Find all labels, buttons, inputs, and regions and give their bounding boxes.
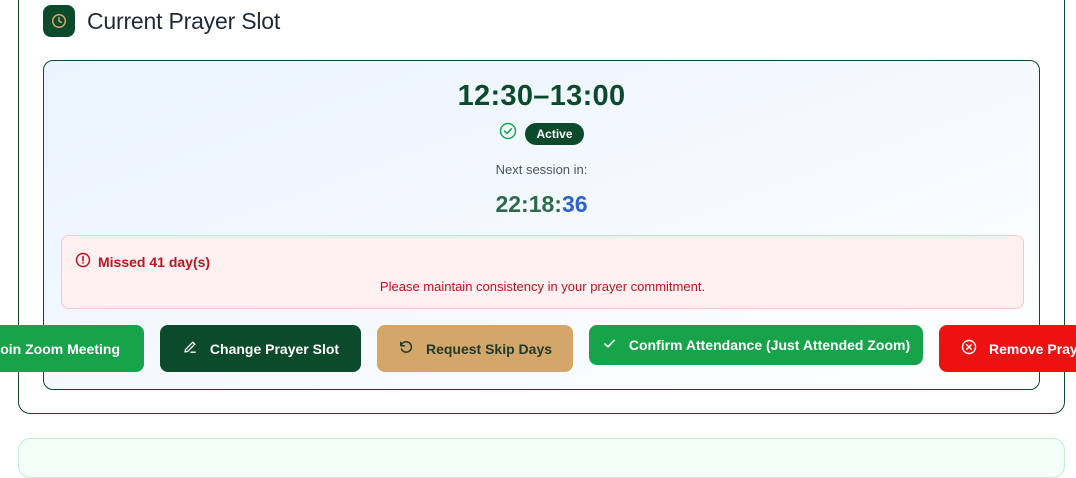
clock-icon <box>43 5 75 37</box>
page-title: Current Prayer Slot <box>87 7 281 34</box>
countdown-timer: 22:18:36 <box>44 191 1039 218</box>
status-row: Active <box>44 122 1039 145</box>
x-circle-icon <box>961 339 977 358</box>
missed-days-text: Missed 41 day(s) <box>98 253 211 270</box>
missed-days-message: Please maintain consistency in your pray… <box>379 279 706 294</box>
next-section-card <box>18 438 1065 478</box>
check-circle-icon <box>499 122 517 145</box>
change-slot-label: Change Prayer Slot <box>209 340 340 357</box>
countdown-hours-minutes: 22:18: <box>495 191 562 217</box>
countdown-seconds: 36 <box>561 191 588 217</box>
next-session-label: Next session in: <box>495 162 588 177</box>
request-skip-button[interactable]: Request Skip Days <box>377 325 573 372</box>
confirm-attendance-button[interactable]: Confirm Attendance (Just Attended Zoom) <box>589 325 923 365</box>
section-header: Current Prayer Slot <box>43 5 280 37</box>
confirm-attendance-label: Confirm Attendance (Just Attended Zoom) <box>628 337 911 353</box>
missed-days-title: Missed 41 day(s) <box>75 252 210 271</box>
alert-circle-icon <box>75 252 91 271</box>
pencil-icon <box>182 339 198 358</box>
change-slot-button[interactable]: Change Prayer Slot <box>160 325 361 372</box>
remove-slot-button[interactable]: Remove Prayer Slot <box>939 325 1076 372</box>
join-zoom-label: Join Zoom Meeting <box>0 340 120 357</box>
request-skip-label: Request Skip Days <box>425 340 553 357</box>
status-badge: Active <box>525 122 584 145</box>
remove-slot-label: Remove Prayer Slot <box>989 340 1076 357</box>
missed-days-alert: Missed 41 day(s) Please maintain consist… <box>61 235 1024 309</box>
join-zoom-button[interactable]: Join Zoom Meeting <box>0 325 144 372</box>
check-icon <box>602 336 617 354</box>
slot-time-range: 12:30–13:00 <box>457 80 626 112</box>
rotate-ccw-icon <box>398 339 414 358</box>
